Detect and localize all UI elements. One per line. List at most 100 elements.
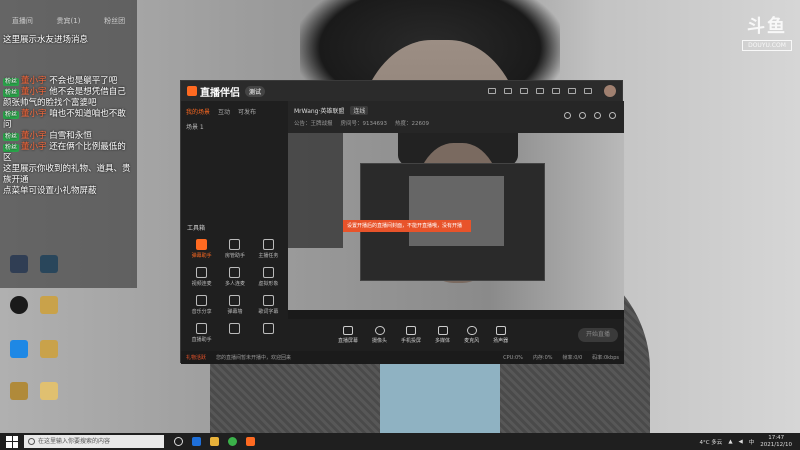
scene-item[interactable]: 场景 1: [181, 118, 288, 135]
edge-icon[interactable]: [192, 437, 201, 446]
desktop: 斗鱼 DOUYU.COM 直播间 贵宾(1) 粉丝团 这里展示水友进场消息 粉丝…: [0, 0, 800, 433]
control-label: 摄像头: [372, 338, 388, 344]
microphone-icon: [466, 326, 477, 335]
fan-badge: 粉丝: [3, 78, 20, 86]
app-titlebar: 直播伴侣 测试: [181, 81, 622, 101]
tool-more[interactable]: [252, 323, 285, 343]
weather[interactable]: 4°C 多云: [699, 438, 722, 446]
avatar[interactable]: [604, 85, 616, 97]
windows-start-icon[interactable]: [6, 435, 18, 448]
lol-icon: [40, 340, 58, 358]
desktop-icon-lol-3[interactable]: [4, 382, 34, 402]
taskbar-search-input[interactable]: 在这里输入你要搜索的内容: [24, 435, 164, 448]
chat-nick[interactable]: 董小宇: [21, 142, 47, 152]
chat-system-message: 这里展示水友进场消息: [3, 35, 89, 45]
speaker-button[interactable]: 扬声器: [493, 326, 508, 344]
tool-label: 视频连麦: [191, 281, 212, 287]
tool-room-admin[interactable]: 房管助手: [218, 239, 251, 259]
chrome-icon[interactable]: [228, 437, 237, 446]
player-icon: [10, 340, 28, 358]
tool-multi-link[interactable]: 多人连麦: [218, 267, 251, 287]
chat-nick[interactable]: 董小宇: [21, 87, 47, 97]
app-logo-icon: [187, 86, 197, 96]
fan-badge: 粉丝: [3, 111, 20, 119]
tool-live-helper[interactable]: 直播助手: [185, 323, 218, 343]
task-view-icon[interactable]: [174, 437, 183, 446]
room-tag[interactable]: 连线: [350, 106, 369, 115]
wall-icon: [229, 295, 241, 306]
desktop-icon-lol[interactable]: [34, 296, 64, 316]
preview-banner[interactable]: 设置开播后的直播间封面，不能开直播哦，没有开播: [343, 220, 471, 232]
mail-icon[interactable]: [488, 88, 496, 94]
skin-icon[interactable]: [504, 88, 512, 94]
share-icon[interactable]: [579, 112, 586, 119]
download-icon: [229, 323, 241, 334]
tool-tasks[interactable]: 主播任务: [252, 239, 285, 259]
more-icon[interactable]: [609, 112, 616, 119]
chat-message: 粉丝 董小宇 不会也是躺平了吧: [0, 76, 137, 87]
chat-stats: 直播间 贵宾(1) 粉丝团: [0, 16, 137, 27]
windows-taskbar: 在这里输入你要搜索的内容 4°C 多云 ▲ ◀ 中 17:47 2021/12/…: [0, 433, 800, 450]
media-button[interactable]: 多媒体: [435, 326, 450, 344]
tab-my-scenes[interactable]: 我的场景: [186, 107, 210, 116]
chat-stat[interactable]: 粉丝团: [104, 16, 125, 27]
tool-label: 主播任务: [258, 253, 279, 259]
settings-icon[interactable]: [520, 88, 528, 94]
clock[interactable]: 17:47 2021/12/10: [760, 435, 792, 449]
chat-nick[interactable]: 董小宇: [21, 131, 47, 141]
close-icon[interactable]: [584, 88, 592, 94]
source-controls: 直播屏幕 摄像头 手机投屏 多媒体 麦克风 扬声器 开始直播: [288, 319, 624, 351]
tool-avatar[interactable]: 虚拟形象: [252, 267, 285, 287]
live-companion-icon[interactable]: [246, 437, 255, 446]
network-icon[interactable]: ▲: [728, 439, 732, 445]
stream-preview[interactable]: 设置开播后的直播间封面，不能开直播哦，没有开播: [288, 133, 624, 319]
lol-icon: [40, 296, 58, 314]
camera-button[interactable]: 摄像头: [372, 326, 387, 344]
chat-nick[interactable]: 董小宇: [21, 109, 47, 119]
status-message: 您的直播间暂未开播中，欢迎回来: [216, 355, 292, 361]
douyu-logo: 斗鱼: [747, 16, 787, 37]
menu-icon[interactable]: [536, 88, 544, 94]
desktop-icon-player[interactable]: [4, 340, 34, 360]
microphone-button[interactable]: 麦克风: [464, 326, 479, 344]
tool-danmu-helper[interactable]: 弹幕助手: [185, 239, 218, 259]
tool-music[interactable]: 音乐分享: [185, 295, 218, 315]
desktop-icon-qq[interactable]: [4, 296, 34, 316]
chat-text: 不会也是躺平了吧: [49, 76, 118, 86]
douyu-logo-sub: DOUYU.COM: [742, 40, 792, 51]
chat-message: 粉丝 董小宇 白雪和永恒: [0, 131, 137, 142]
screen-capture-button[interactable]: 直播屏幕: [338, 326, 358, 344]
minimize-icon[interactable]: [552, 88, 560, 94]
volume-icon[interactable]: ◀: [739, 439, 743, 445]
system-tray: 4°C 多云 ▲ ◀ 中 17:47 2021/12/10: [699, 435, 800, 449]
chat-stat[interactable]: 贵宾(1): [57, 16, 81, 27]
tool-lyrics[interactable]: 歌词字幕: [252, 295, 285, 315]
room-name[interactable]: MrWang·英雄联盟: [294, 106, 344, 115]
chat-message: 粉丝 董小宇 他不会是想凭借自己颜张帅气的脸找个富婆吧: [0, 87, 137, 109]
input-language[interactable]: 中: [749, 438, 755, 446]
tool-danmu-wall[interactable]: 弹幕墙: [218, 295, 251, 315]
preview-taskbar: [288, 310, 624, 319]
phone-cast-button[interactable]: 手机投屏: [401, 326, 421, 344]
more-icon: [262, 323, 274, 334]
left-panel: 我的场景 互动 可发布 场景 1 工具箱 弹幕助手 房管助手 主播任务 视频连麦…: [181, 101, 288, 364]
tool-video-link[interactable]: 视频连麦: [185, 267, 218, 287]
folder-icon[interactable]: [210, 437, 219, 446]
clock-date: 2021/12/10: [760, 441, 792, 448]
desktop-icon-lol-2[interactable]: [34, 340, 64, 360]
danmu-icon: [196, 239, 208, 250]
room-notice[interactable]: 公告：王牌战报: [294, 119, 333, 127]
tab-interact[interactable]: 互动: [218, 107, 230, 116]
gift-icon[interactable]: [564, 112, 571, 119]
maximize-icon[interactable]: [568, 88, 576, 94]
chat-nick[interactable]: 董小宇: [21, 76, 47, 86]
chat-stat[interactable]: 直播间: [12, 16, 33, 27]
tool-download[interactable]: [218, 323, 251, 343]
desktop-icon-file[interactable]: [34, 382, 64, 402]
start-live-button[interactable]: 开始直播: [578, 328, 618, 342]
notice-icon[interactable]: [594, 112, 601, 119]
file-icon: [40, 382, 58, 400]
lol-icon: [10, 382, 28, 400]
qq-icon: [10, 296, 28, 314]
tab-publish[interactable]: 可发布: [238, 107, 256, 116]
